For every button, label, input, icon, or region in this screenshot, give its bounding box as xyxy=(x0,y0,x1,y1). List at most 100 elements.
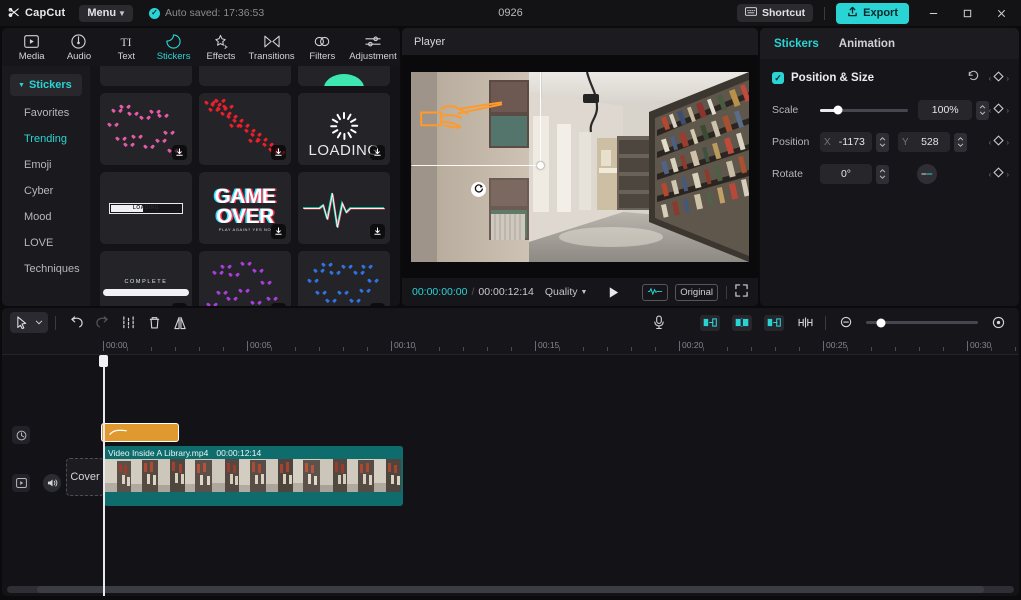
rotate-input[interactable]: 0° xyxy=(820,164,872,184)
sidebar-item-cyber[interactable]: Cyber xyxy=(2,178,90,204)
transition-both-button[interactable] xyxy=(732,315,752,331)
rotate-handle[interactable] xyxy=(471,182,486,197)
download-icon[interactable] xyxy=(370,145,385,160)
play-button[interactable] xyxy=(607,286,620,299)
select-tool-chevron-down-icon[interactable] xyxy=(32,312,46,333)
delete-button[interactable] xyxy=(141,312,167,333)
sticker-cell-partial-2[interactable] xyxy=(199,66,291,86)
microphone-button[interactable] xyxy=(646,312,672,333)
reset-icon[interactable] xyxy=(967,69,980,87)
sidebar-item-stickers[interactable]: ▼ Stickers xyxy=(10,74,82,96)
video-preview[interactable] xyxy=(411,72,749,262)
transition-out-button[interactable] xyxy=(764,315,784,331)
pointing-hand-sticker[interactable] xyxy=(417,98,509,138)
transition-in-button[interactable] xyxy=(700,315,720,331)
fullscreen-button[interactable] xyxy=(735,284,748,300)
tab-text[interactable]: TI Text xyxy=(103,32,150,62)
rotate-keyframe[interactable]: ‹ › xyxy=(989,165,1009,183)
download-icon[interactable] xyxy=(370,224,385,239)
position-x-input[interactable]: X -1173 xyxy=(820,132,872,152)
scale-keyframe[interactable]: ‹ › xyxy=(989,101,1009,119)
tab-stickers-properties[interactable]: Stickers xyxy=(774,38,819,50)
sticker-cell-loading-spinner[interactable]: LOADING xyxy=(298,93,390,165)
waveform-toggle-button[interactable] xyxy=(642,284,668,301)
maximize-button[interactable] xyxy=(951,0,983,26)
menu-button[interactable]: Menu ▼ xyxy=(79,5,133,22)
tab-audio[interactable]: Audio xyxy=(55,32,102,62)
playhead[interactable] xyxy=(103,355,105,596)
sticker-track-clock-icon[interactable] xyxy=(12,426,30,444)
timeline-ruler[interactable]: 00:00 00:05 00:10 00:15 00:20 xyxy=(2,337,1019,355)
tab-adjustment[interactable]: Adjustment xyxy=(346,32,400,62)
select-tool-button[interactable] xyxy=(10,312,48,333)
position-size-checkbox[interactable]: ✓ xyxy=(772,72,784,84)
download-icon[interactable] xyxy=(172,303,187,306)
sidebar-item-emoji[interactable]: Emoji xyxy=(2,152,90,178)
split-marker-button[interactable] xyxy=(792,312,818,333)
cover-button[interactable]: Cover xyxy=(66,458,104,496)
sidebar-item-techniques[interactable]: Techniques xyxy=(2,256,90,282)
sticker-cell-complete[interactable]: COMPLETE xyxy=(100,251,192,306)
tab-media[interactable]: Media xyxy=(8,32,55,62)
download-icon[interactable] xyxy=(271,303,286,306)
tab-stickers[interactable]: Stickers xyxy=(150,32,197,62)
mirror-button-timeline[interactable] xyxy=(167,312,193,333)
keyframe-control[interactable]: ‹ › xyxy=(989,69,1009,87)
video-track-icon[interactable] xyxy=(12,474,30,492)
position-y-stepper[interactable] xyxy=(954,133,967,152)
tab-filters[interactable]: Filters xyxy=(299,32,346,62)
export-button[interactable]: Export xyxy=(836,3,909,24)
selection-handle-right[interactable] xyxy=(537,162,544,169)
sticker-cell-partial-3[interactable] xyxy=(298,66,390,86)
sidebar-item-favorites[interactable]: Favorites xyxy=(2,100,90,126)
minimize-button[interactable] xyxy=(917,0,949,26)
quality-dropdown[interactable]: Quality ▼ xyxy=(545,286,588,298)
split-button[interactable] xyxy=(115,312,141,333)
sticker-cell-red-hearts[interactable] xyxy=(199,93,291,165)
sticker-cell-pink-hearts[interactable] xyxy=(100,93,192,165)
timeline-tracks[interactable]: Video Inside A Library.mp4 00:00:12:14 xyxy=(2,355,1019,596)
scale-slider-knob[interactable] xyxy=(833,106,842,115)
tab-transitions[interactable]: Transitions xyxy=(245,32,299,62)
sidebar-item-mood[interactable]: Mood xyxy=(2,204,90,230)
sidebar-item-love[interactable]: LOVE xyxy=(2,230,90,256)
video-track-audio-icon[interactable] xyxy=(43,474,61,492)
sticker-cell-partial-1[interactable] xyxy=(100,66,192,86)
sidebar-item-trending[interactable]: Trending xyxy=(2,126,90,152)
sticker-clip[interactable] xyxy=(101,423,179,442)
scale-stepper[interactable] xyxy=(976,101,988,120)
download-icon[interactable] xyxy=(271,224,286,239)
sticker-cell-purple-hearts[interactable] xyxy=(199,251,291,306)
position-y-input[interactable]: Y 528 xyxy=(898,132,950,152)
scale-value-input[interactable]: 100% xyxy=(918,100,972,120)
original-ratio-button[interactable]: Original xyxy=(675,284,718,301)
sticker-cell-loading-bar[interactable]: LOADING xyxy=(100,172,192,244)
close-button[interactable] xyxy=(985,0,1017,26)
current-time[interactable]: 00:00:00:00 xyxy=(412,286,467,298)
player-stage[interactable] xyxy=(402,55,758,278)
tab-animation-properties[interactable]: Animation xyxy=(839,38,895,50)
download-icon[interactable] xyxy=(172,145,187,160)
sticker-cell-game-over[interactable]: GAME OVER PLAY AGAIN? YES NO xyxy=(199,172,291,244)
scale-slider[interactable] xyxy=(820,109,908,112)
playhead-knob[interactable] xyxy=(99,355,108,367)
download-icon[interactable] xyxy=(271,145,286,160)
timeline-horizontal-scrollbar[interactable] xyxy=(7,586,1014,593)
sticker-cell-blue-hearts[interactable] xyxy=(298,251,390,306)
tab-effects[interactable]: Effects xyxy=(197,32,244,62)
mirror-button[interactable] xyxy=(917,164,937,184)
zoom-slider-knob[interactable] xyxy=(876,318,885,327)
position-keyframe[interactable]: ‹ › xyxy=(989,133,1009,151)
sticker-cell-waveform[interactable] xyxy=(298,172,390,244)
sticker-grid-wrapper[interactable]: LOADING LOADING xyxy=(90,66,400,306)
zoom-slider[interactable] xyxy=(866,321,978,324)
position-x-stepper[interactable] xyxy=(876,133,889,152)
video-clip[interactable]: Video Inside A Library.mp4 00:00:12:14 xyxy=(104,446,403,506)
download-icon[interactable] xyxy=(370,303,385,306)
zoom-in-button[interactable] xyxy=(985,312,1011,333)
shortcut-button[interactable]: Shortcut xyxy=(737,4,813,22)
zoom-out-button[interactable] xyxy=(833,312,859,333)
scrollbar-thumb[interactable] xyxy=(37,586,984,593)
rotate-stepper[interactable] xyxy=(876,165,889,184)
undo-button[interactable] xyxy=(63,312,89,333)
